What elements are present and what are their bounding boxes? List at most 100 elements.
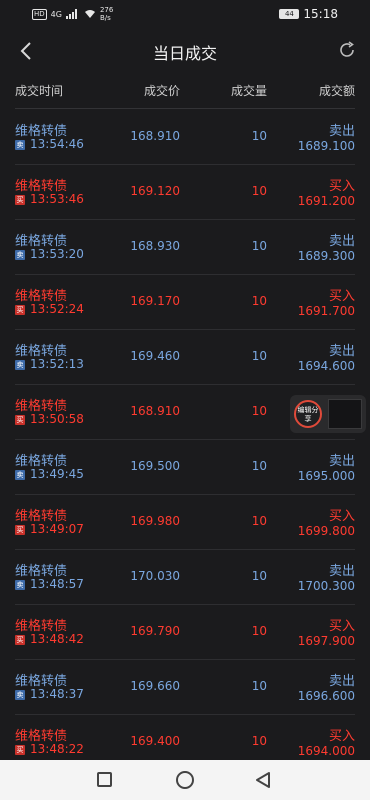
side-icon: 买 <box>15 195 25 205</box>
trade-action: 卖出 <box>328 674 355 689</box>
trade-amount: 1694.600 <box>297 359 355 373</box>
home-icon[interactable] <box>176 771 194 789</box>
refresh-icon[interactable] <box>336 39 358 61</box>
trade-row: 维格转债 卖 13:49:45 169.500 10 卖出 1695.000 <box>15 440 355 495</box>
trade-volume: 10 <box>251 459 267 473</box>
page-title: 当日成交 <box>152 44 217 63</box>
screenshot-thumbnail[interactable] <box>328 399 362 429</box>
trade-volume: 10 <box>251 734 267 748</box>
trade-row: 维格转债 卖 13:53:20 168.930 10 卖出 1689.300 <box>15 220 355 275</box>
trade-action: 买入 <box>328 289 355 304</box>
trade-time: 13:49:45 <box>30 467 84 481</box>
trade-volume: 10 <box>251 624 267 638</box>
header-amount: 成交额 <box>318 84 355 98</box>
header-price: 成交价 <box>143 84 180 98</box>
side-icon: 买 <box>15 635 25 645</box>
trade-volume: 10 <box>251 514 267 528</box>
table-header: 成交时间 成交价 成交量 成交额 <box>15 72 355 109</box>
signal-label: 4G <box>50 9 62 19</box>
trade-action: 卖出 <box>328 454 355 469</box>
system-nav-bar <box>0 760 370 800</box>
trade-action: 卖出 <box>328 564 355 579</box>
trade-price: 169.170 <box>130 294 180 308</box>
trade-volume: 10 <box>251 679 267 693</box>
trade-price: 169.500 <box>130 459 180 473</box>
trade-price: 169.460 <box>130 349 180 363</box>
trade-volume: 10 <box>251 349 267 363</box>
trade-action: 买入 <box>328 179 355 194</box>
wifi-icon <box>84 10 95 18</box>
trade-amount: 1691.700 <box>297 304 355 318</box>
trade-row: 维格转债 卖 13:48:57 170.030 10 卖出 1700.300 <box>15 550 355 605</box>
trade-price: 169.790 <box>130 624 180 638</box>
edit-share-button[interactable]: 编辑分享 <box>294 400 322 428</box>
trade-price: 168.930 <box>130 239 180 253</box>
trade-row: 维格转债 买 13:48:42 169.790 10 买入 1697.900 <box>15 605 355 660</box>
speed-unit: B/s <box>99 14 111 22</box>
side-icon: 卖 <box>15 360 25 370</box>
trade-time: 13:52:24 <box>30 302 84 316</box>
side-icon: 买 <box>15 525 25 535</box>
trade-action: 卖出 <box>328 124 355 139</box>
trade-time: 13:54:46 <box>30 137 84 151</box>
signal-icon <box>65 9 77 19</box>
trade-volume: 10 <box>251 294 267 308</box>
trade-action: 买入 <box>328 509 355 524</box>
header-time: 成交时间 <box>15 84 64 98</box>
floating-share-widget[interactable]: 编辑分享 <box>290 395 366 433</box>
trade-time: 13:53:46 <box>30 192 84 206</box>
side-icon: 卖 <box>15 470 25 480</box>
trade-amount: 1697.900 <box>297 634 355 648</box>
trade-price: 170.030 <box>130 569 180 583</box>
trade-amount: 1696.600 <box>297 689 355 703</box>
trade-volume: 10 <box>251 404 267 418</box>
trade-price: 169.120 <box>130 184 180 198</box>
network-speed: 276 B/s <box>100 6 113 22</box>
trade-time: 13:48:57 <box>30 577 84 591</box>
status-left: HD 4G 276 B/s <box>32 6 113 22</box>
trade-price: 169.660 <box>130 679 180 693</box>
side-icon: 买 <box>15 305 25 315</box>
trade-action: 买入 <box>328 729 355 744</box>
trade-volume: 10 <box>251 569 267 583</box>
trade-time: 13:53:20 <box>30 247 84 261</box>
back-triangle-icon[interactable] <box>254 771 272 789</box>
side-icon: 卖 <box>15 580 25 590</box>
trade-price: 169.400 <box>130 734 180 748</box>
trade-time: 13:50:58 <box>30 412 84 426</box>
side-icon: 卖 <box>15 690 25 700</box>
battery-icon: 44 <box>279 9 300 19</box>
side-icon: 卖 <box>15 250 25 260</box>
hd-badge: HD <box>32 8 47 20</box>
trade-price: 169.980 <box>130 514 180 528</box>
nav-bar: 当日成交 <box>0 30 370 72</box>
trade-row: 维格转债 买 13:49:07 169.980 10 买入 1699.800 <box>15 495 355 550</box>
side-icon: 买 <box>15 745 25 755</box>
status-right: 44 15:18 <box>279 7 338 21</box>
trade-list[interactable]: 维格转债 卖 13:54:46 168.910 10 卖出 1689.100 维… <box>15 110 355 770</box>
trade-volume: 10 <box>251 184 267 198</box>
recents-icon[interactable] <box>97 772 112 787</box>
trade-row: 维格转债 买 13:53:46 169.120 10 买入 1691.200 <box>15 165 355 220</box>
side-icon: 买 <box>15 415 25 425</box>
trade-row: 维格转债 买 13:52:24 169.170 10 买入 1691.700 <box>15 275 355 330</box>
trade-amount: 1700.300 <box>297 579 355 593</box>
trade-time: 13:48:42 <box>30 632 84 646</box>
trade-amount: 1689.100 <box>297 139 355 153</box>
trade-row: 维格转债 卖 13:48:37 169.660 10 卖出 1696.600 <box>15 660 355 715</box>
trade-row: 维格转债 卖 13:54:46 168.910 10 卖出 1689.100 <box>15 110 355 165</box>
speed-value: 276 <box>99 6 114 14</box>
status-time: 15:18 <box>303 7 338 21</box>
trade-time: 13:52:13 <box>30 357 84 371</box>
trade-amount: 1691.200 <box>297 194 355 208</box>
trade-row: 维格转债 卖 13:52:13 169.460 10 卖出 1694.600 <box>15 330 355 385</box>
trade-price: 168.910 <box>130 404 180 418</box>
trade-amount: 1689.300 <box>297 249 355 263</box>
trade-amount: 1699.800 <box>297 524 355 538</box>
trade-action: 卖出 <box>328 344 355 359</box>
trade-action: 买入 <box>328 619 355 634</box>
trade-time: 13:49:07 <box>30 522 84 536</box>
trade-time: 13:48:37 <box>30 687 84 701</box>
trade-volume: 10 <box>251 239 267 253</box>
trade-amount: 1694.000 <box>297 744 355 758</box>
